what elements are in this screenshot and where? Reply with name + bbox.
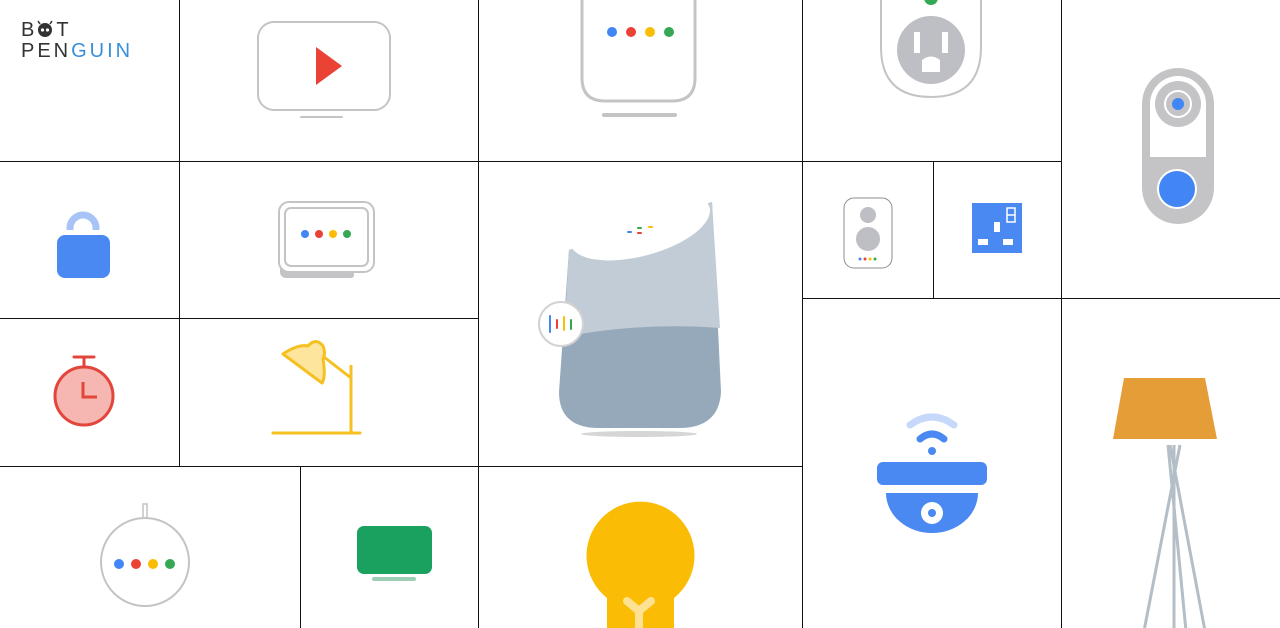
tile-light-bulb[interactable]: [479, 467, 802, 628]
tv-icon: [357, 526, 432, 581]
tile-timer[interactable]: [0, 319, 179, 466]
grid-line: [933, 161, 934, 298]
desk-lamp-icon: [271, 340, 362, 435]
wifi-camera-icon: [877, 413, 987, 533]
tile-smart-plug-uk[interactable]: [934, 162, 1061, 298]
tile-tv[interactable]: [301, 467, 478, 628]
floor-lamp-icon: [1113, 378, 1217, 628]
tile-smart-lock[interactable]: [0, 162, 179, 318]
grid-line: [300, 466, 301, 628]
grid-line: [179, 0, 180, 466]
outlet-icon: [880, 0, 982, 99]
botpenguin-logo[interactable]: BT PENGUIN: [21, 20, 133, 62]
assistant-bars-icon: [538, 301, 584, 347]
bulb-icon: [586, 501, 695, 628]
tile-floor-lamp[interactable]: [1062, 299, 1280, 628]
home-mini-icon: [100, 503, 190, 607]
logo-line-2: PENGUIN: [21, 40, 134, 62]
tile-desk-lamp[interactable]: [180, 319, 478, 466]
tile-google-home[interactable]: [479, 162, 802, 466]
grid-line: [0, 318, 478, 319]
logo-line-1: BT: [21, 19, 72, 41]
grid-line: [478, 0, 479, 628]
smart-display-icon: [580, 0, 697, 117]
uk-socket-icon: [972, 203, 1022, 253]
logo-tile: BT PENGUIN: [0, 0, 179, 161]
nest-hub-icon: [278, 201, 375, 278]
tile-video-doorbell[interactable]: [1062, 0, 1280, 298]
tile-smart-display[interactable]: [479, 0, 802, 161]
grid-line: [802, 0, 803, 628]
tile-nest-hub[interactable]: [180, 162, 478, 318]
lock-icon: [57, 211, 110, 278]
google-home-icon: [538, 191, 721, 437]
doorbell-icon: [1142, 68, 1214, 224]
grid-line: [802, 298, 1280, 299]
tile-smart-plug-us[interactable]: [803, 0, 1061, 161]
tile-speaker[interactable]: [803, 162, 933, 298]
stopwatch-icon: [53, 355, 115, 427]
tile-youtube-tv[interactable]: [180, 0, 478, 161]
speaker-icon: [843, 197, 893, 269]
penguin-face-icon: [37, 20, 53, 37]
grid-line: [1061, 0, 1062, 628]
youtube-tv-icon: [257, 21, 391, 118]
tile-security-camera[interactable]: [803, 299, 1061, 628]
grid-line: [0, 161, 1061, 162]
tile-home-mini[interactable]: [0, 467, 300, 628]
grid-line: [0, 466, 802, 467]
